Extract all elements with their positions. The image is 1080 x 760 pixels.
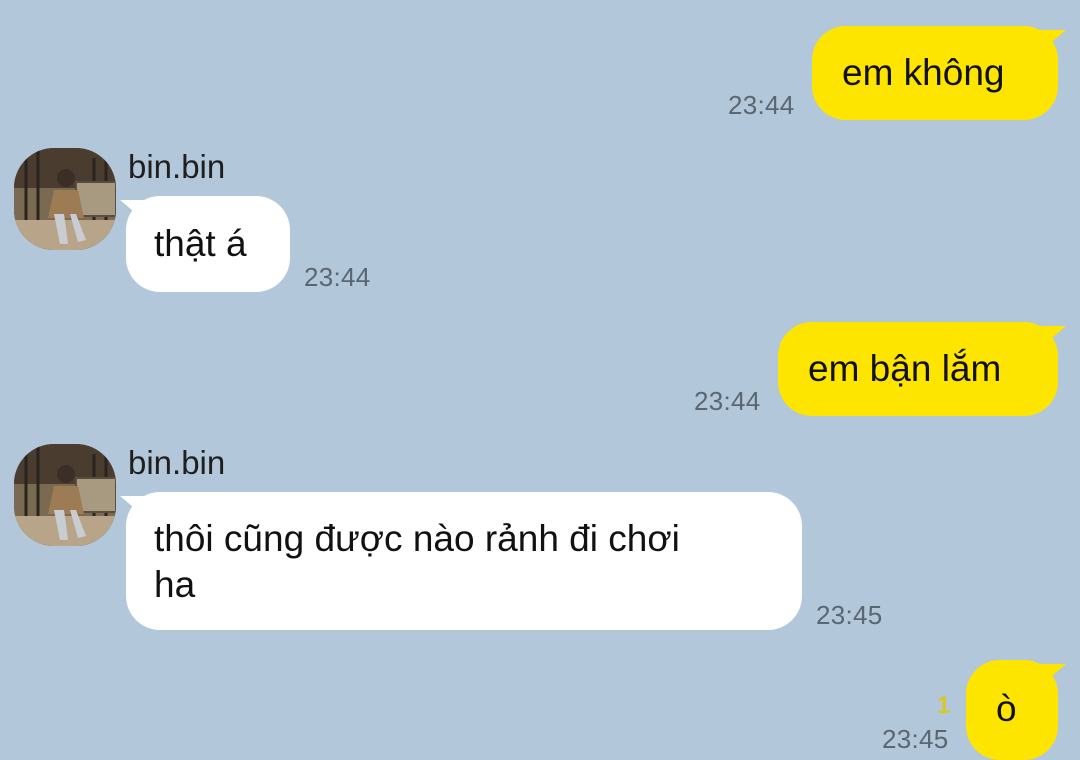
chat-area: 23:44 em không bin.bin thật á 23:44 23:4… [0, 0, 1080, 760]
message-text-line: ha [154, 564, 196, 605]
avatar[interactable] [14, 444, 116, 546]
bubble-tail [120, 496, 146, 518]
bubble-tail [1040, 30, 1066, 52]
message-time: 23:44 [304, 262, 371, 292]
avatar-photo-icon [14, 444, 116, 546]
message-time: 23:44 [728, 90, 795, 120]
bubble-tail [1040, 664, 1066, 686]
message-time: 23:45 [882, 724, 949, 754]
message-bubble[interactable]: thôi cũng được nào rảnh đi chơi ha [126, 492, 802, 630]
sender-name: bin.bin [128, 148, 226, 185]
message-time: 23:44 [694, 386, 761, 416]
bubble-tail [1040, 326, 1066, 348]
avatar[interactable] [14, 148, 116, 250]
message-time: 23:45 [816, 600, 883, 630]
unread-count-badge: 1 [937, 692, 951, 719]
avatar-photo-icon [14, 148, 116, 250]
bubble-tail [120, 200, 146, 222]
message-bubble[interactable]: em bận lắm [778, 322, 1058, 416]
sender-name: bin.bin [128, 444, 226, 481]
message-bubble[interactable]: thật á [126, 196, 290, 292]
message-bubble[interactable]: em không [812, 26, 1058, 120]
message-text-line: thôi cũng được nào rảnh đi chơi [154, 518, 680, 559]
